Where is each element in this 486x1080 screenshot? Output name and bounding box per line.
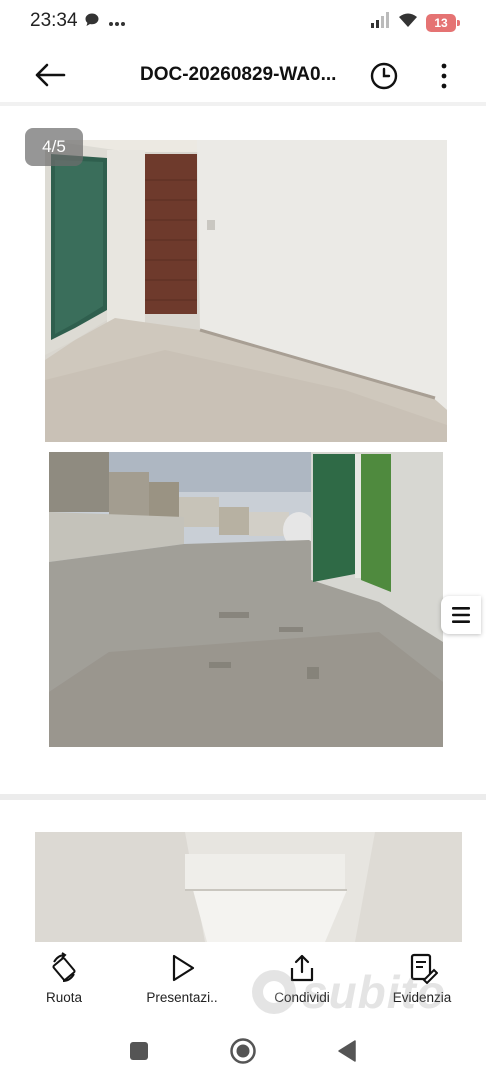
document-title: DOC-20260829-WA0...: [140, 64, 337, 85]
battery-icon: 13: [426, 13, 460, 32]
highlight-icon: [410, 953, 438, 984]
recents-square-icon: [130, 1042, 148, 1060]
side-menu-button[interactable]: [441, 596, 481, 634]
presentation-label: Presentazi..: [146, 990, 218, 1005]
document-photo-exterior: [49, 452, 443, 747]
status-time: 23:34: [30, 10, 78, 31]
arrow-left-icon: [35, 63, 66, 87]
rotate-icon: [52, 952, 76, 982]
hamburger-menu-icon: [452, 607, 470, 623]
status-bar: 23:34 13: [0, 0, 486, 44]
home-circle-icon: [230, 1038, 256, 1064]
more-dots-icon: [108, 14, 126, 32]
vertical-dots-icon: [441, 63, 447, 89]
document-photo-stairs: [35, 832, 462, 942]
share-label: Condividi: [274, 990, 330, 1005]
highlight-button[interactable]: Evidenzia: [372, 952, 472, 1005]
recents-button[interactable]: [124, 1036, 154, 1066]
back-nav-button[interactable]: [332, 1036, 362, 1066]
share-button[interactable]: Condividi: [252, 952, 352, 1005]
system-nav-bar: [0, 1020, 486, 1080]
highlight-label: Evidenzia: [392, 990, 452, 1005]
history-button[interactable]: [366, 58, 402, 94]
status-right-icons: 13: [370, 12, 460, 33]
back-triangle-icon: [338, 1040, 356, 1062]
clock-icon: [370, 62, 398, 90]
app-bar: DOC-20260829-WA0...: [0, 44, 486, 106]
rotate-button[interactable]: Ruota: [14, 952, 114, 1005]
signal-icon: [370, 12, 390, 33]
play-icon: [172, 954, 195, 982]
page-counter: 4/5: [25, 128, 83, 166]
back-button[interactable]: [30, 58, 70, 92]
rotate-label: Ruota: [45, 990, 83, 1005]
wifi-icon: [398, 12, 418, 33]
battery-level: 13: [434, 15, 448, 30]
document-photo-interior: [45, 140, 447, 442]
chat-bubble-icon: [84, 12, 100, 33]
share-icon: [290, 954, 314, 982]
document-viewer[interactable]: 4/5: [0, 106, 486, 942]
bottom-toolbar: Ruota Presentazi.. Condividi Evidenzia: [0, 942, 486, 1020]
presentation-button[interactable]: Presentazi..: [132, 952, 232, 1005]
more-options-button[interactable]: [430, 58, 458, 94]
page-divider: [0, 794, 486, 800]
home-button[interactable]: [228, 1036, 258, 1066]
status-left-icons: [84, 12, 126, 33]
